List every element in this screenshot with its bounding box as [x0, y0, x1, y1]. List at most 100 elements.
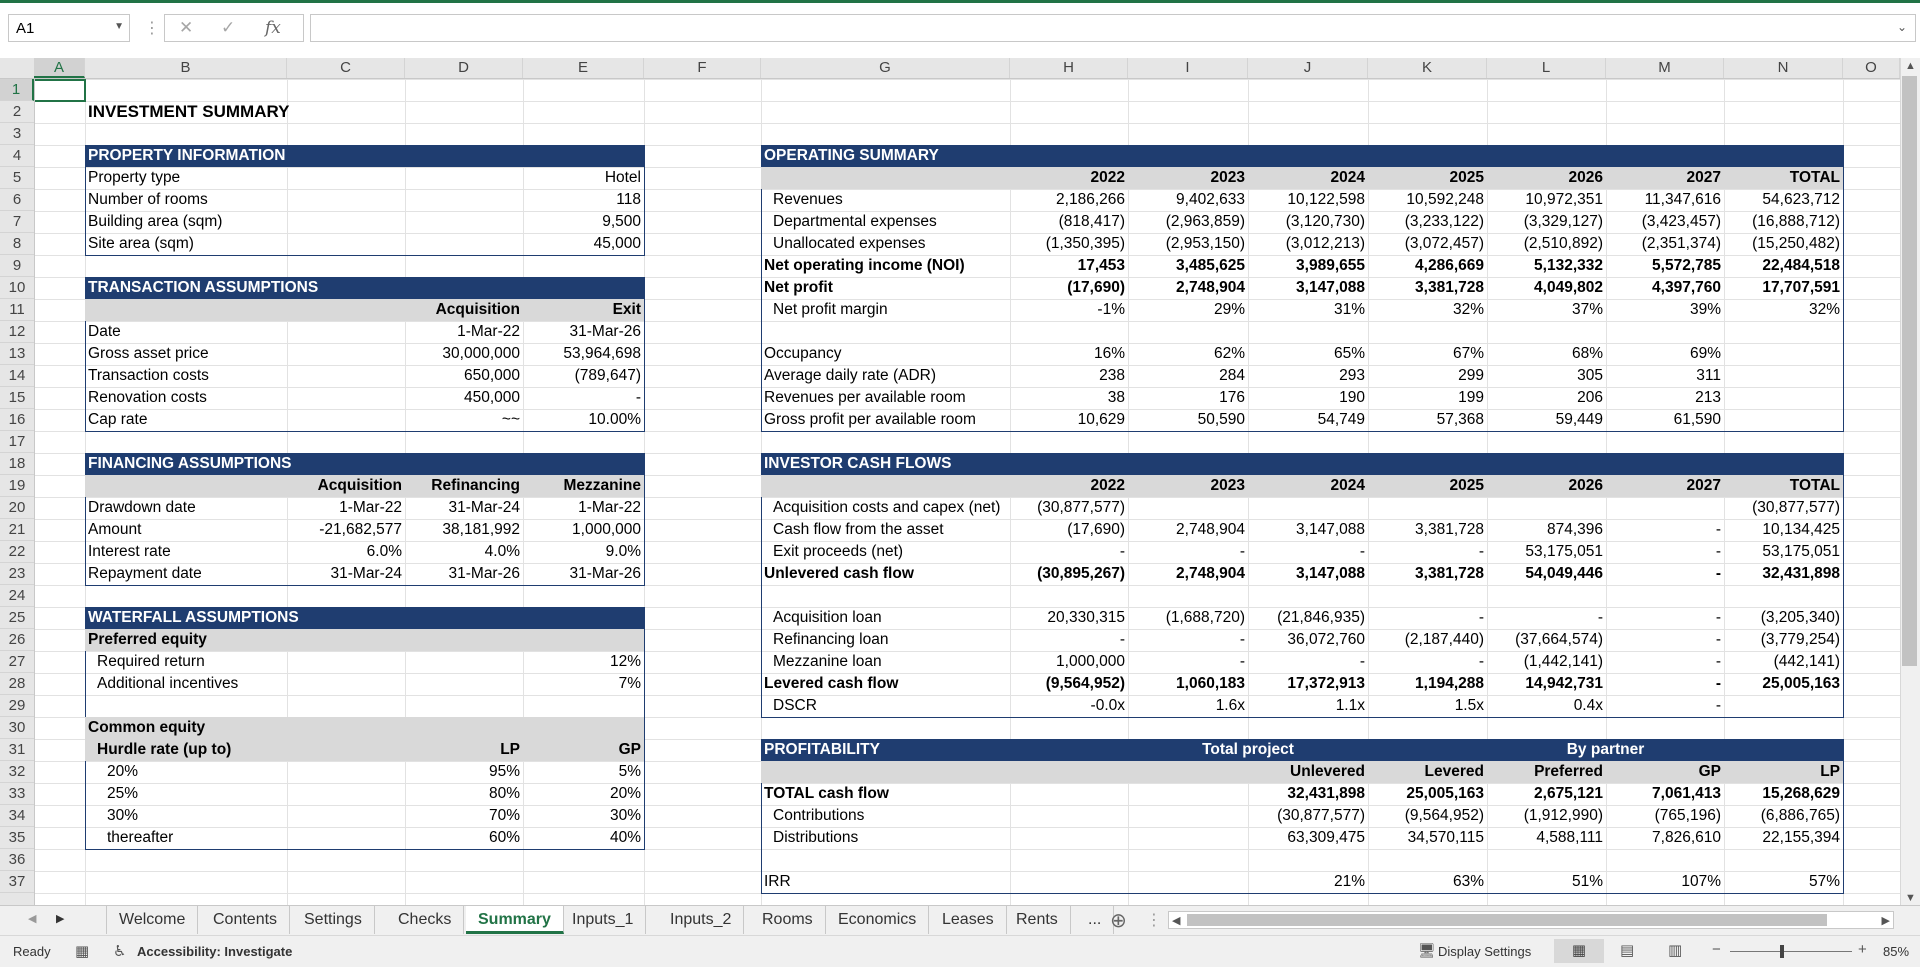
column-header-c[interactable]: C — [287, 58, 405, 78]
row-header-36[interactable]: 36 — [0, 849, 34, 871]
sheet-tab-rooms[interactable]: Rooms — [750, 906, 826, 934]
column-header-j[interactable]: J — [1248, 58, 1368, 78]
sheet-tab-inputs-1[interactable]: Inputs_1 — [560, 906, 647, 934]
column-header-e[interactable]: E — [523, 58, 644, 78]
row-header-1[interactable]: 1 — [0, 79, 34, 101]
sheet-tab-leases[interactable]: Leases — [930, 906, 1007, 934]
column-header-d[interactable]: D — [405, 58, 523, 78]
accessibility-status[interactable]: Accessibility: Investigate — [137, 944, 292, 959]
row-header-8[interactable]: 8 — [0, 233, 34, 255]
column-header-g[interactable]: G — [761, 58, 1010, 78]
row-header-17[interactable]: 17 — [0, 431, 34, 453]
scroll-up-icon[interactable]: ▲ — [1905, 60, 1916, 72]
row-header-24[interactable]: 24 — [0, 585, 34, 607]
enter-icon[interactable]: ✓ — [221, 18, 235, 38]
sheet-tab-welcome[interactable]: Welcome — [106, 906, 199, 934]
row-header-30[interactable]: 30 — [0, 717, 34, 739]
vertical-scroll-thumb[interactable] — [1902, 76, 1917, 666]
column-header-a[interactable]: A — [34, 58, 85, 78]
row-header-2[interactable]: 2 — [0, 101, 34, 123]
more-options-icon[interactable]: ⋮ — [144, 18, 160, 38]
insert-function-icon[interactable]: fx — [265, 18, 281, 38]
expand-formula-icon[interactable]: ⌄ — [1897, 20, 1907, 34]
row-header-18[interactable]: 18 — [0, 453, 34, 475]
sheet-tab-inputs-2[interactable]: Inputs_2 — [658, 906, 745, 934]
row-header-28[interactable]: 28 — [0, 673, 34, 695]
row-header-22[interactable]: 22 — [0, 541, 34, 563]
sheet-tab-settings[interactable]: Settings — [292, 906, 375, 934]
sheet-tab-checks[interactable]: Checks — [386, 906, 465, 934]
sheet-tab-contents[interactable]: Contents — [201, 906, 291, 934]
column-header-n[interactable]: N — [1724, 58, 1843, 78]
row-header-23[interactable]: 23 — [0, 563, 34, 585]
name-box[interactable]: A1 ▼ — [8, 14, 130, 42]
worksheet-grid[interactable]: INVESTMENT SUMMARY PROPERTY INFORMATION Pr… — [35, 79, 1900, 905]
display-settings-icon[interactable]: 🖥 — [1418, 942, 1436, 959]
row-header-20[interactable]: 20 — [0, 497, 34, 519]
row-header-27[interactable]: 27 — [0, 651, 34, 673]
operating-label: Net profit margin — [773, 301, 888, 318]
add-sheet-icon[interactable]: ⊕ — [1110, 908, 1127, 933]
row-header-3[interactable]: 3 — [0, 123, 34, 145]
zoom-slider[interactable] — [1730, 951, 1852, 952]
kpi-value: 50,590 — [1197, 411, 1245, 428]
row-header-5[interactable]: 5 — [0, 167, 34, 189]
row-header-33[interactable]: 33 — [0, 783, 34, 805]
row-header-29[interactable]: 29 — [0, 695, 34, 717]
column-header-l[interactable]: L — [1487, 58, 1606, 78]
row-header-21[interactable]: 21 — [0, 519, 34, 541]
row-header-16[interactable]: 16 — [0, 409, 34, 431]
column-header-i[interactable]: I — [1128, 58, 1248, 78]
row-header-34[interactable]: 34 — [0, 805, 34, 827]
zoom-in-icon[interactable]: + — [1858, 941, 1867, 958]
column-header-m[interactable]: M — [1606, 58, 1724, 78]
column-header-f[interactable]: F — [644, 58, 761, 78]
row-header-25[interactable]: 25 — [0, 607, 34, 629]
row-header-31[interactable]: 31 — [0, 739, 34, 761]
row-header-7[interactable]: 7 — [0, 211, 34, 233]
row-header-10[interactable]: 10 — [0, 277, 34, 299]
column-header-b[interactable]: B — [85, 58, 287, 78]
macro-icon[interactable]: ▦ — [75, 942, 89, 960]
sheet-tab-economics[interactable]: Economics — [826, 906, 930, 934]
active-cell-a1[interactable] — [35, 79, 86, 102]
zoom-level[interactable]: 85% — [1883, 944, 1909, 959]
column-header-o[interactable]: O — [1843, 58, 1900, 78]
row-header-19[interactable]: 19 — [0, 475, 34, 497]
transaction-exit: 10.00% — [588, 411, 641, 428]
scroll-tabs-left-icon[interactable]: ◀ — [28, 912, 36, 925]
formula-input[interactable]: ⌄ — [310, 14, 1916, 42]
zoom-out-icon[interactable]: − — [1712, 941, 1721, 958]
scroll-down-icon[interactable]: ▼ — [1905, 892, 1916, 904]
sheet-tab-more[interactable]: ... — [1076, 906, 1115, 934]
tab-splitter-icon[interactable]: ⋮ — [1146, 910, 1162, 930]
normal-view-icon[interactable]: ▦ — [1554, 939, 1604, 963]
scroll-right-icon[interactable]: ▶ — [1882, 914, 1890, 927]
scroll-tabs-right-icon[interactable]: ▶ — [56, 912, 64, 925]
display-settings-button[interactable]: Display Settings — [1438, 944, 1531, 959]
row-header-14[interactable]: 14 — [0, 365, 34, 387]
row-header-32[interactable]: 32 — [0, 761, 34, 783]
row-header-37[interactable]: 37 — [0, 871, 34, 893]
column-header-h[interactable]: H — [1010, 58, 1128, 78]
row-header-26[interactable]: 26 — [0, 629, 34, 651]
zoom-slider-handle[interactable] — [1780, 945, 1784, 958]
row-header-13[interactable]: 13 — [0, 343, 34, 365]
horizontal-scroll-thumb[interactable] — [1187, 914, 1827, 926]
page-break-preview-icon[interactable]: ▥ — [1668, 941, 1682, 959]
row-header-11[interactable]: 11 — [0, 299, 34, 321]
row-header-6[interactable]: 6 — [0, 189, 34, 211]
sheet-tab-rents[interactable]: Rents — [1004, 906, 1071, 934]
chevron-down-icon[interactable]: ▼ — [114, 21, 124, 32]
page-layout-icon[interactable]: ▤ — [1620, 941, 1634, 959]
row-header-4[interactable]: 4 — [0, 145, 34, 167]
row-header-9[interactable]: 9 — [0, 255, 34, 277]
scroll-left-icon[interactable]: ◀ — [1172, 914, 1180, 927]
accessibility-icon[interactable]: ♿ — [113, 942, 126, 960]
sheet-tab-summary[interactable]: Summary — [466, 906, 564, 934]
cancel-icon[interactable]: ✕ — [179, 18, 193, 38]
row-header-15[interactable]: 15 — [0, 387, 34, 409]
row-header-12[interactable]: 12 — [0, 321, 34, 343]
row-header-35[interactable]: 35 — [0, 827, 34, 849]
column-header-k[interactable]: K — [1368, 58, 1487, 78]
